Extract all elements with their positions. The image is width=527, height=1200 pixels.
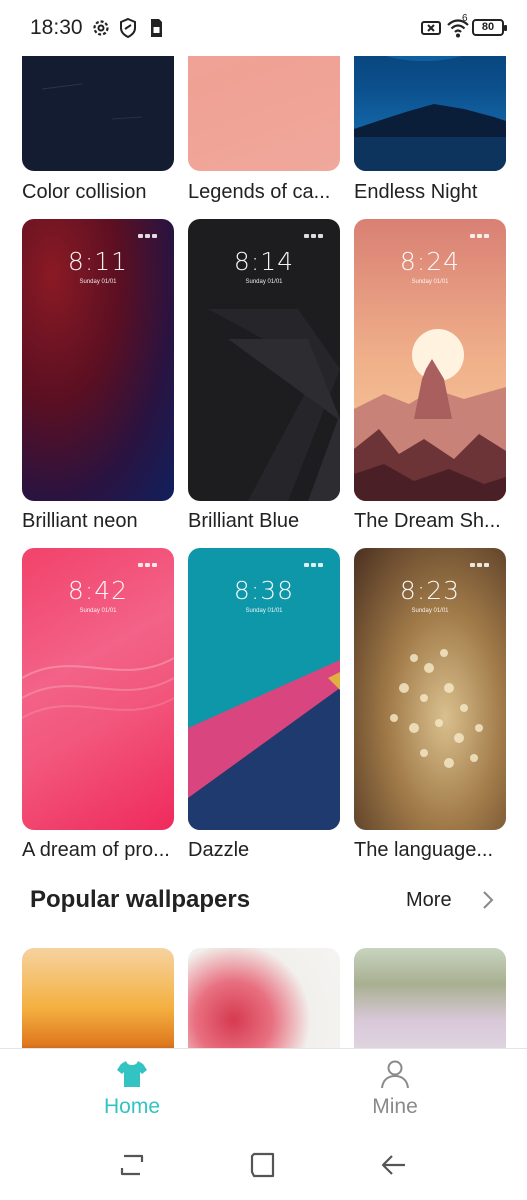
lockscreen-time: 8:11: [67, 247, 129, 276]
mini-status-bar: [302, 554, 330, 567]
wallpaper-card-brilliant-neon[interactable]: 8:11 Sunday 01/01 Brilliant neon: [22, 219, 174, 539]
wallpaper-card-dream-of-pro[interactable]: 8:42 Sunday 01/01 A dream of pro...: [22, 548, 174, 868]
wallpaper-card-language[interactable]: 8:23 Sunday 01/01 The language...: [354, 548, 506, 868]
wallpaper-title: Brilliant Blue: [188, 510, 300, 532]
wallpaper-thumbnail[interactable]: [354, 948, 506, 1048]
mini-status-bar: [468, 554, 496, 567]
wallpaper-thumbnail[interactable]: 8:38 Sunday 01/01: [188, 548, 340, 830]
wallpaper-thumbnail[interactable]: [22, 948, 174, 1048]
chevron-right-icon[interactable]: [481, 889, 495, 911]
wallpaper-title: Color collision: [22, 181, 147, 203]
mini-status-bar: [468, 225, 496, 238]
wifi-badge: 6: [462, 13, 468, 24]
wallpaper-title: The Dream Sh...: [354, 510, 501, 532]
lockscreen-date: Sunday 01/01: [79, 608, 117, 614]
more-link[interactable]: More: [406, 889, 452, 912]
wallpaper-thumbnail[interactable]: 8:11 Sunday 01/01: [22, 219, 174, 501]
battery-icon: 80: [472, 19, 507, 36]
nav-home-label: Home: [103, 1095, 161, 1118]
nav-mine-label: Mine: [372, 1095, 418, 1118]
nav-home[interactable]: Home: [82, 1057, 182, 1119]
wallpaper-thumbnail[interactable]: [188, 948, 340, 1048]
lockscreen-time: 8:23: [399, 576, 461, 605]
wallpaper-title: A dream of pro...: [22, 839, 170, 861]
lockscreen-date: Sunday 01/01: [245, 279, 283, 285]
system-navigation-bar: [0, 1132, 527, 1200]
lockscreen-time: 8:24: [399, 247, 461, 276]
mini-status-bar: [136, 554, 164, 567]
wallpaper-title: The language...: [354, 839, 493, 861]
lockscreen-date: Sunday 01/01: [411, 279, 449, 285]
wallpaper-card-brilliant-blue[interactable]: 8:14 Sunday 01/01 Brilliant Blue: [188, 219, 340, 539]
nav-mine[interactable]: Mine: [345, 1057, 445, 1119]
mini-status-bar: [302, 225, 330, 238]
shield-icon: [120, 17, 136, 39]
sim-card-icon: [151, 19, 162, 37]
person-icon: [381, 1060, 409, 1089]
status-bar: 18:30 6 80: [0, 0, 527, 56]
lockscreen-date: Sunday 01/01: [245, 608, 283, 614]
bottom-navigation: Home Mine: [0, 1048, 527, 1132]
wallpaper-title: Legends of ca...: [188, 181, 331, 203]
popular-wallpaper-card[interactable]: [354, 948, 506, 1048]
gear-icon: [93, 20, 109, 36]
wallpaper-feed[interactable]: Color collision Legends of ca... Endless…: [0, 0, 527, 1048]
wallpaper-card-dazzle[interactable]: 8:38 Sunday 01/01 Dazzle: [188, 548, 340, 868]
home-button-icon[interactable]: [247, 1150, 279, 1180]
wallpaper-thumbnail[interactable]: 8:23 Sunday 01/01: [354, 548, 506, 830]
wallpaper-thumbnail[interactable]: 8:14 Sunday 01/01: [188, 219, 340, 501]
popular-wallpaper-card[interactable]: [22, 948, 174, 1048]
tshirt-icon: [117, 1061, 147, 1087]
wallpaper-title: Endless Night: [354, 181, 478, 203]
mini-status-bar: [136, 225, 164, 238]
section-title-popular: Popular wallpapers: [30, 886, 251, 913]
lockscreen-time: 8:14: [233, 247, 295, 276]
recent-apps-icon[interactable]: [116, 1150, 148, 1180]
wallpaper-title: Dazzle: [188, 839, 250, 861]
lockscreen-date: Sunday 01/01: [411, 608, 449, 614]
popular-wallpaper-card[interactable]: [188, 948, 340, 1048]
back-arrow-icon[interactable]: [378, 1150, 410, 1180]
wallpaper-card-dream-shore[interactable]: 8:24 Sunday 01/01 The Dream Sh...: [354, 219, 506, 539]
lockscreen-date: Sunday 01/01: [79, 279, 117, 285]
lockscreen-time: 8:38: [233, 576, 295, 605]
wallpaper-thumbnail[interactable]: 8:42 Sunday 01/01: [22, 548, 174, 830]
wallpaper-thumbnail[interactable]: 8:24 Sunday 01/01: [354, 219, 506, 501]
lockscreen-time: 8:42: [67, 576, 129, 605]
battery-level: 80: [481, 21, 495, 33]
wallpaper-title: Brilliant neon: [22, 510, 138, 532]
no-sim-icon: [421, 21, 441, 35]
status-time: 18:30: [30, 16, 83, 39]
